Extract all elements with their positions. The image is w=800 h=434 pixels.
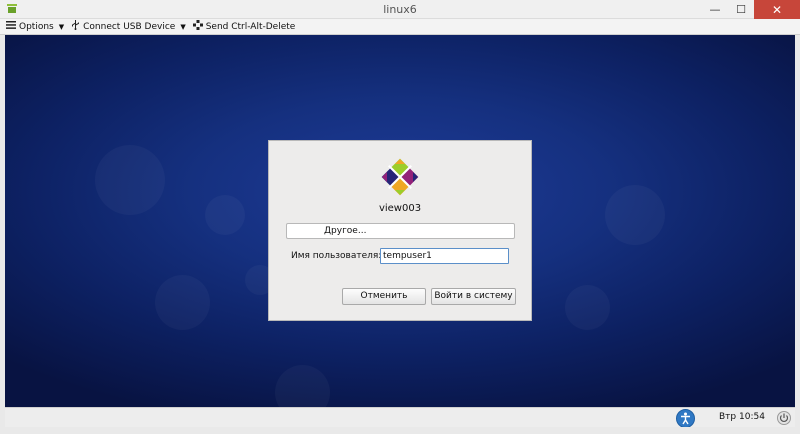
console-toolbar: Options ▼ Connect USB Device ▼ Send Ctrl…: [0, 19, 800, 35]
bottom-panel: Втр 10:54: [5, 407, 795, 428]
minimize-button[interactable]: —: [702, 0, 728, 19]
send-ctrl-alt-delete-label: Send Ctrl-Alt-Delete: [205, 21, 296, 32]
window-titlebar: linux6 — ☐ ✕: [0, 0, 800, 19]
accessibility-icon[interactable]: [676, 409, 695, 428]
window-frame-right: [795, 35, 800, 434]
close-button[interactable]: ✕: [754, 0, 800, 19]
background-bokeh: [205, 195, 245, 235]
clock[interactable]: Втр 10:54: [719, 412, 765, 422]
window-frame-left: [0, 35, 5, 434]
options-label: Options: [19, 21, 54, 32]
login-button[interactable]: Войти в систему: [431, 288, 516, 305]
maximize-button[interactable]: ☐: [728, 0, 754, 19]
options-menu[interactable]: Options ▼: [6, 19, 64, 35]
background-bokeh: [155, 275, 210, 330]
connect-usb-label: Connect USB Device: [83, 21, 176, 32]
background-bokeh: [95, 145, 165, 215]
username-label: Имя пользователя:: [291, 251, 382, 261]
hostname-label: view003: [378, 203, 422, 214]
centos-logo: [381, 158, 419, 196]
cancel-button[interactable]: Отменить: [342, 288, 426, 305]
connect-usb-menu[interactable]: Connect USB Device ▼: [71, 19, 186, 35]
ctrl-alt-delete-icon: [192, 20, 203, 33]
background-bokeh: [275, 365, 330, 407]
remote-desktop[interactable]: view003 Другое... Имя пользователя: temp…: [5, 35, 795, 407]
background-bokeh: [565, 285, 610, 330]
window-title: linux6: [383, 3, 417, 16]
user-list-item-other[interactable]: Другое...: [286, 223, 515, 239]
login-dialog: view003 Другое... Имя пользователя: temp…: [268, 140, 532, 321]
send-ctrl-alt-delete-button[interactable]: Send Ctrl-Alt-Delete: [192, 19, 296, 35]
window-frame-bottom: [0, 427, 800, 434]
background-bokeh: [605, 185, 665, 245]
power-icon[interactable]: [777, 411, 791, 425]
usb-icon: [71, 20, 80, 33]
chevron-down-icon: ▼: [180, 22, 186, 31]
username-field[interactable]: tempuser1: [380, 248, 509, 264]
chevron-down-icon: ▼: [58, 22, 65, 31]
window-controls: — ☐ ✕: [702, 0, 800, 19]
hamburger-menu-icon: [6, 21, 16, 32]
